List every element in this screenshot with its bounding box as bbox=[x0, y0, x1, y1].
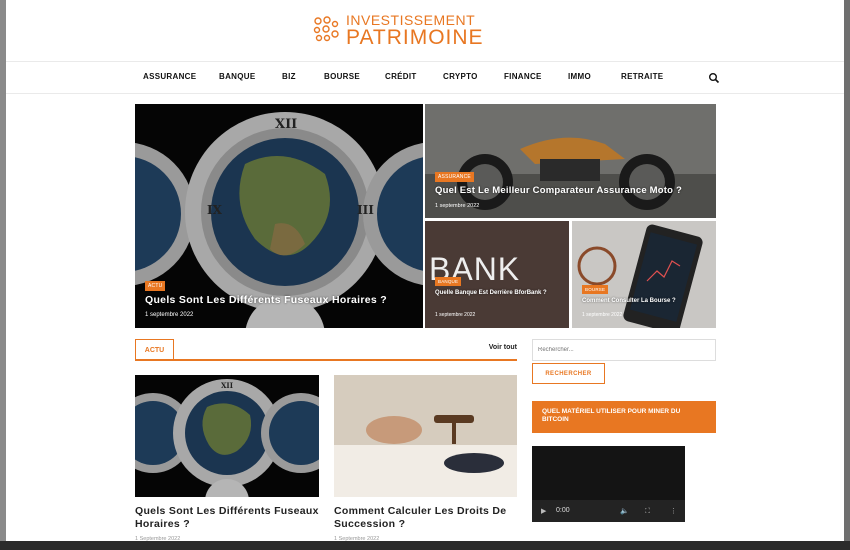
widget-title: QUEL MATÉRIEL UTILISER POUR MINER DU BIT… bbox=[532, 401, 716, 433]
video-controls: ▶ 0:00 🔈 ⛶ ⋮ bbox=[532, 500, 685, 522]
featured-bottom-mid-date: 1 septembre 2022 bbox=[435, 312, 476, 318]
nav-item-assurance[interactable]: ASSURANCE bbox=[143, 72, 196, 81]
video-player[interactable]: ▶ 0:00 🔈 ⛶ ⋮ bbox=[532, 446, 685, 522]
logo-text-line2: PATRIMOINE bbox=[346, 26, 484, 49]
svg-text:IX: IX bbox=[207, 203, 223, 217]
section-header: ACTU Voir tout bbox=[135, 339, 517, 361]
featured-main-date: 1 septembre 2022 bbox=[145, 312, 194, 318]
featured-bottom-mid-title[interactable]: Quelle Banque Est Derrière BforBank ? bbox=[435, 290, 565, 297]
nav-item-banque[interactable]: BANQUE bbox=[219, 72, 255, 81]
featured-bottom-right-title[interactable]: Comment Consulter La Bourse ? bbox=[582, 298, 676, 304]
nav-item-bourse[interactable]: BOURSE bbox=[324, 72, 360, 81]
nav-item-immo[interactable]: IMMO bbox=[568, 72, 591, 81]
logo-icon bbox=[313, 16, 339, 42]
featured-bottom-right-tile[interactable]: BOURSE Comment Consulter La Bourse ? 1 s… bbox=[572, 221, 716, 328]
bottom-bar bbox=[0, 541, 850, 550]
nav-item-finance[interactable]: FINANCE bbox=[504, 72, 542, 81]
card-title-line2[interactable]: Horaires ? bbox=[135, 518, 319, 531]
nav-item-retraite[interactable]: RETRAITE bbox=[621, 72, 663, 81]
featured-main-title[interactable]: Quels Sont Les Différents Fuseaux Horair… bbox=[145, 294, 387, 306]
main-nav: ASSURANCE BANQUE BIZ BOURSE CRÉDIT CRYPT… bbox=[6, 61, 844, 94]
svg-text:III: III bbox=[357, 203, 374, 217]
svg-text:XII: XII bbox=[221, 381, 233, 390]
featured-main-tile[interactable]: XII IX III ACTU Quels Sont Les Différent… bbox=[135, 104, 423, 328]
featured-bottom-mid-tile[interactable]: BANK BANQUE Quelle Banque Est Derrière B… bbox=[425, 221, 569, 328]
card-title-line1[interactable]: Comment Calculer Les Droits De bbox=[334, 505, 506, 518]
page-edge-right bbox=[844, 0, 850, 550]
svg-text:XII: XII bbox=[275, 117, 297, 132]
view-all-link[interactable]: Voir tout bbox=[489, 344, 517, 351]
fullscreen-icon[interactable]: ⛶ bbox=[645, 507, 650, 516]
more-options-icon[interactable]: ⋮ bbox=[670, 507, 677, 515]
card-title-line2[interactable]: Succession ? bbox=[334, 518, 506, 531]
card-title[interactable]: Comment Calculer Les Droits De Successio… bbox=[334, 505, 506, 531]
volume-icon[interactable]: 🔈 bbox=[620, 507, 629, 515]
clock-globes-image: XII bbox=[135, 375, 319, 497]
featured-top-right-tile[interactable]: ASSURANCE Quel Est Le Meilleur Comparate… bbox=[425, 104, 716, 218]
category-tag[interactable]: BOURSE bbox=[582, 285, 609, 294]
search-input[interactable] bbox=[532, 339, 716, 361]
gavel-contract-image bbox=[334, 375, 517, 497]
featured-top-right-title[interactable]: Quel Est Le Meilleur Comparateur Assuran… bbox=[435, 185, 682, 196]
section-label: ACTU bbox=[135, 339, 174, 361]
search-button[interactable]: RECHERCHER bbox=[532, 363, 605, 384]
nav-item-credit[interactable]: CRÉDIT bbox=[385, 72, 417, 81]
category-tag[interactable]: ACTU bbox=[145, 281, 166, 291]
category-tag[interactable]: BANQUE bbox=[435, 277, 462, 286]
play-icon[interactable]: ▶ bbox=[541, 507, 546, 515]
motorcycle-image bbox=[425, 104, 716, 218]
card-title[interactable]: Quels Sont Les Différents Fuseaux Horair… bbox=[135, 505, 319, 531]
category-tag[interactable]: ASSURANCE bbox=[435, 172, 474, 182]
nav-item-biz[interactable]: BIZ bbox=[282, 72, 296, 81]
site-logo[interactable]: INVESTISSEMENT PATRIMOINE bbox=[312, 12, 542, 49]
card-image[interactable] bbox=[334, 375, 517, 497]
featured-top-right-date: 1 septembre 2022 bbox=[435, 203, 480, 209]
featured-bottom-right-date: 1 septembre 2022 bbox=[582, 312, 623, 318]
card-title-line1[interactable]: Quels Sont Les Différents Fuseaux bbox=[135, 505, 319, 518]
video-time: 0:00 bbox=[556, 507, 570, 514]
search-icon[interactable] bbox=[708, 72, 720, 84]
nav-item-crypto[interactable]: CRYPTO bbox=[443, 72, 478, 81]
card-image[interactable]: XII bbox=[135, 375, 319, 497]
